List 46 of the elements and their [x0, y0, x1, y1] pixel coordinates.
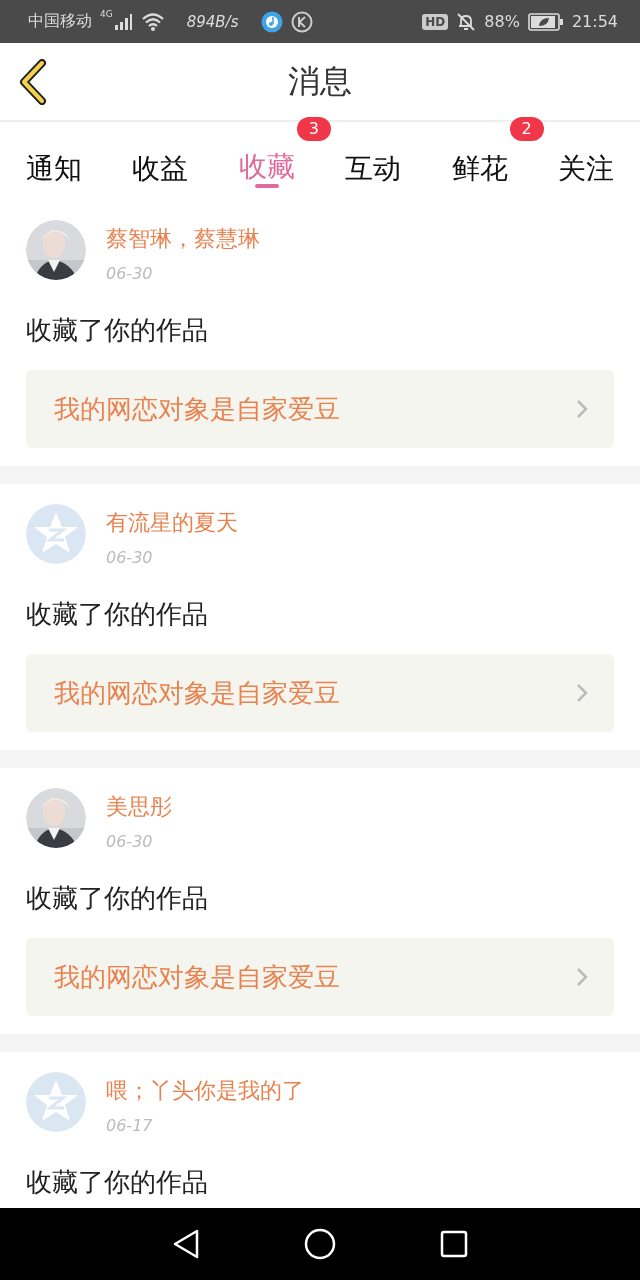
chevron-right-icon [576, 683, 588, 703]
message-date: 06-30 [106, 832, 154, 851]
chevron-right-icon [576, 399, 588, 419]
star-avatar-icon[interactable] [26, 1072, 86, 1132]
recents-icon[interactable] [440, 1230, 468, 1258]
network-type: 4G [100, 9, 113, 19]
battery-icon [527, 11, 564, 32]
work-link[interactable]: 我的网恋对象是自家爱豆 [26, 370, 614, 448]
work-link[interactable]: 我的网恋对象是自家爱豆 [26, 938, 614, 1016]
user-name[interactable]: 有流星的夏天 [106, 508, 238, 538]
tab[interactable]: 通知 [26, 122, 82, 200]
signal-icon [114, 13, 133, 30]
back-chevron-icon[interactable] [18, 59, 48, 105]
star-avatar-icon[interactable] [26, 504, 86, 564]
music-app-icon [260, 10, 283, 33]
clock-time: 21:54 [571, 12, 618, 31]
work-title: 我的网恋对象是自家爱豆 [54, 676, 340, 710]
home-icon[interactable] [304, 1228, 336, 1260]
user-name[interactable]: 喂；丫头你是我的了 [106, 1076, 304, 1106]
message-text: 收藏了你的作品 [26, 882, 209, 915]
wifi-icon [140, 12, 165, 31]
user-name[interactable]: 蔡智琳，蔡慧琳 [106, 224, 260, 254]
back-icon[interactable] [172, 1229, 200, 1259]
bell-off-icon [456, 11, 477, 32]
work-title: 我的网恋对象是自家爱豆 [54, 960, 340, 994]
message-date: 06-30 [106, 264, 154, 283]
count-badge: 2 [509, 117, 544, 141]
tab[interactable]: 收益 [132, 122, 189, 200]
count-badge: 3 [296, 117, 331, 141]
work-title: 我的网恋对象是自家爱豆 [54, 392, 340, 426]
page-title: 消息 [288, 60, 352, 102]
chevron-right-icon [576, 967, 588, 987]
message-date: 06-17 [106, 1116, 154, 1135]
hd-badge: HD [422, 13, 449, 30]
battery-percent: 88% [484, 12, 520, 31]
carrier-text: 中国移动 [28, 11, 92, 32]
tab[interactable]: 互动 [345, 122, 402, 200]
message-text: 收藏了你的作品 [26, 314, 209, 347]
network-speed: 894B/s [186, 12, 239, 31]
work-link[interactable]: 我的网恋对象是自家爱豆 [26, 654, 614, 732]
user-name[interactable]: 美思彤 [106, 792, 172, 822]
message-text: 收藏了你的作品 [26, 598, 209, 631]
tab[interactable]: 关注 [557, 122, 614, 200]
k-app-icon [290, 10, 313, 33]
message-text: 收藏了你的作品 [26, 1166, 209, 1199]
message-date: 06-30 [106, 548, 154, 567]
